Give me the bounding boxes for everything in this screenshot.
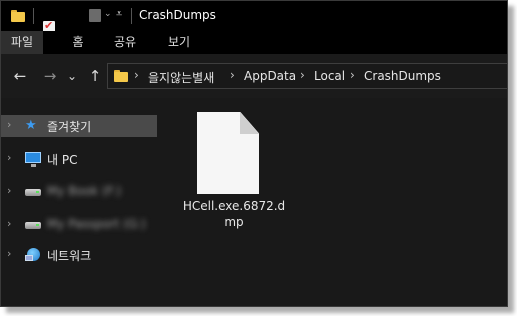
sidebar-item-label: My Passport (G:) bbox=[47, 217, 146, 231]
sidebar-item-label: 네트워크 bbox=[47, 249, 92, 263]
chevron-right-icon[interactable]: › bbox=[7, 217, 11, 230]
file-item[interactable]: HCell.exe.6872.d mp bbox=[179, 108, 289, 238]
file-list: HCell.exe.6872.d mp bbox=[161, 98, 507, 306]
chevron-down-icon[interactable]: ⌄ bbox=[104, 9, 112, 25]
breadcrumb-appdata[interactable]: AppData bbox=[244, 69, 296, 83]
sidebar-item-drive-f[interactable]: › My Book (F:) bbox=[1, 181, 157, 203]
divider bbox=[131, 8, 132, 24]
forward-button[interactable]: → bbox=[39, 66, 61, 86]
tab-home[interactable]: 홈 bbox=[61, 31, 95, 54]
star-icon: ★ bbox=[25, 118, 37, 133]
sidebar-item-label: 즐겨찾기 bbox=[47, 120, 92, 134]
title-bar: ⌄ ⩡ CrashDumps bbox=[1, 1, 507, 48]
back-button[interactable]: ← bbox=[9, 66, 31, 86]
navigation-bar: ← → ⌄ ↑ › 을지않는별새 › AppData › Local › Cra… bbox=[1, 54, 507, 98]
chevron-right-icon[interactable]: › bbox=[134, 68, 139, 82]
window-title: CrashDumps bbox=[139, 8, 216, 22]
ribbon-tabs: 파일 홈 공유 보기 bbox=[1, 31, 507, 54]
sidebar-item-drive-g[interactable]: › My Passport (G:) bbox=[1, 214, 157, 236]
sidebar-item-label: My Book (F:) bbox=[47, 184, 122, 198]
chevron-right-icon[interactable]: › bbox=[7, 151, 11, 164]
sidebar-item-network[interactable]: › 네트워크 bbox=[1, 244, 157, 266]
file-name-line: HCell.exe.6872.d bbox=[182, 199, 286, 213]
tab-file[interactable]: 파일 bbox=[1, 31, 43, 54]
chevron-right-icon[interactable]: › bbox=[7, 184, 11, 197]
undo-icon[interactable] bbox=[89, 9, 101, 22]
chevron-right-icon[interactable]: › bbox=[350, 68, 355, 82]
explorer-window: ⌄ ⩡ CrashDumps 파일 홈 공유 보기 ← → ⌄ ↑ › 을지않는… bbox=[0, 0, 508, 307]
folder-icon[interactable] bbox=[11, 10, 25, 22]
drive-icon bbox=[25, 185, 41, 199]
breadcrumb-user[interactable]: 을지않는별새 bbox=[148, 69, 214, 86]
navigation-pane: › ★ 즐겨찾기 › 내 PC › My Book (F:) › My Pass… bbox=[1, 98, 161, 306]
address-bar[interactable]: › 을지않는별새 › AppData › Local › CrashDumps bbox=[107, 63, 507, 89]
up-button[interactable]: ↑ bbox=[85, 66, 105, 86]
tab-share[interactable]: 공유 bbox=[103, 31, 147, 54]
drive-icon bbox=[25, 218, 41, 232]
chevron-right-icon[interactable]: › bbox=[300, 68, 305, 82]
sidebar-item-quick-access[interactable]: › ★ 즐겨찾기 bbox=[1, 115, 157, 137]
chevron-right-icon[interactable]: › bbox=[230, 68, 235, 82]
breadcrumb-crashdumps[interactable]: CrashDumps bbox=[364, 69, 441, 83]
recent-locations-button[interactable]: ⌄ bbox=[65, 66, 79, 86]
folder-icon bbox=[114, 70, 128, 82]
sidebar-item-label: 내 PC bbox=[47, 153, 78, 167]
breadcrumb-local[interactable]: Local bbox=[314, 69, 345, 83]
tab-view[interactable]: 보기 bbox=[157, 31, 201, 54]
chevron-right-icon[interactable]: › bbox=[7, 118, 11, 131]
divider bbox=[33, 8, 34, 24]
network-icon bbox=[25, 248, 41, 262]
sidebar-item-this-pc[interactable]: › 내 PC bbox=[1, 148, 157, 170]
chevron-right-icon[interactable]: › bbox=[7, 247, 11, 260]
file-name-line: mp bbox=[224, 215, 244, 229]
pc-icon bbox=[25, 152, 41, 167]
customize-quick-access-icon[interactable]: ⩡ bbox=[116, 7, 122, 23]
file-name: HCell.exe.6872.d mp bbox=[179, 198, 289, 230]
